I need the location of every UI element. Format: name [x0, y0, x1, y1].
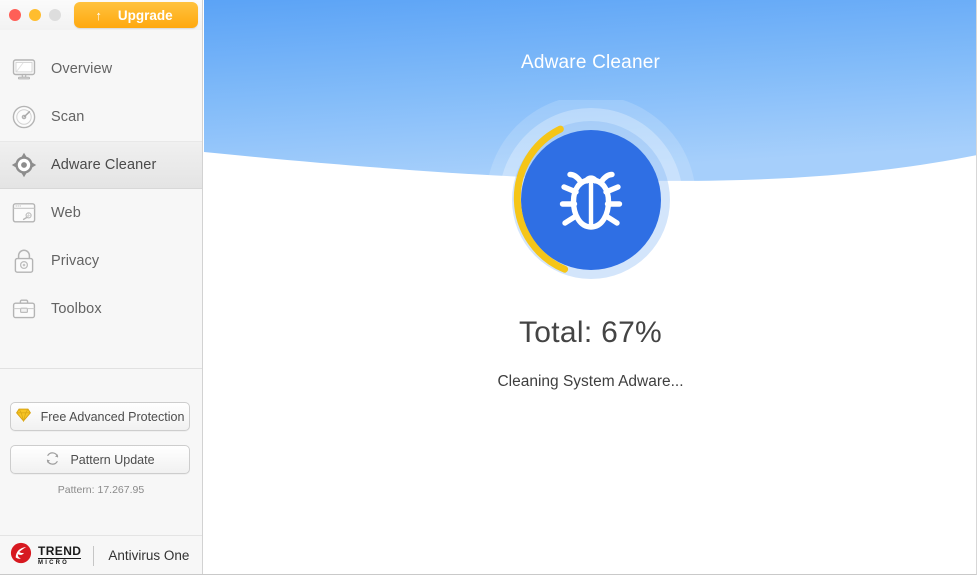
minimize-button-icon[interactable]	[29, 9, 41, 21]
monitor-icon	[9, 54, 39, 84]
page-title: Adware Cleaner	[520, 52, 661, 73]
free-advanced-protection-label: Free Advanced Protection	[40, 409, 185, 424]
radar-icon	[9, 102, 39, 132]
sidebar-item-label: Toolbox	[51, 301, 102, 317]
sidebar-item-web[interactable]: Web	[0, 189, 202, 237]
briefcase-icon	[9, 294, 39, 324]
upgrade-button[interactable]: ↑ Upgrade	[74, 2, 198, 28]
upgrade-button-label: Upgrade	[117, 7, 173, 23]
lock-icon	[9, 246, 39, 276]
sidebar-item-overview[interactable]: Overview	[0, 45, 202, 93]
crosshair-icon	[9, 150, 39, 180]
sidebar: ↑ Upgrade Overview Scan Adware Cleaner W…	[0, 0, 203, 574]
sidebar-item-label: Adware Cleaner	[51, 157, 157, 173]
sidebar-item-label: Scan	[51, 109, 85, 125]
progress-gauge	[481, 95, 701, 305]
sidebar-item-toolbox[interactable]: Toolbox	[0, 285, 202, 333]
pattern-update-button[interactable]: Pattern Update	[10, 445, 190, 474]
sidebar-item-label: Web	[51, 205, 81, 221]
total-percent-label: Total: 67%	[518, 316, 663, 349]
sidebar-divider	[0, 368, 202, 369]
sidebar-item-adware-cleaner[interactable]: Adware Cleaner	[0, 141, 202, 189]
sidebar-item-label: Privacy	[51, 253, 100, 269]
zoom-button-icon[interactable]	[49, 9, 61, 21]
sidebar-item-privacy[interactable]: Privacy	[0, 237, 202, 285]
pattern-version-text: Pattern: 17.267.95	[57, 484, 145, 496]
brand-divider	[93, 545, 95, 566]
close-button-icon[interactable]	[9, 9, 21, 21]
up-arrow-icon: ↑	[95, 7, 102, 23]
diamond-icon	[15, 408, 31, 425]
traffic-lights	[9, 9, 61, 21]
sidebar-nav: Overview Scan Adware Cleaner Web Privacy…	[0, 30, 202, 369]
title-bar: ↑ Upgrade	[0, 0, 202, 30]
micro-text: MICRO	[38, 560, 69, 567]
refresh-icon	[45, 451, 60, 469]
status-text: Cleaning System Adware...	[497, 373, 684, 390]
bug-icon	[552, 161, 630, 239]
browser-icon	[9, 198, 39, 228]
app-window: ↑ Upgrade Overview Scan Adware Cleaner W…	[0, 0, 977, 575]
pattern-update-label: Pattern Update	[70, 452, 155, 467]
trend-micro-logo	[10, 542, 32, 569]
main-panel: Adware Cleaner Total: 67% Cleaning Syste…	[204, 0, 976, 574]
product-name: Antivirus One	[108, 548, 190, 563]
trend-micro-wordmark: TREND MICRO	[38, 543, 82, 567]
brand-footer: TREND MICRO Antivirus One	[0, 535, 202, 574]
sidebar-item-label: Overview	[51, 61, 113, 77]
trend-text: TREND	[38, 543, 82, 559]
free-advanced-protection-button[interactable]: Free Advanced Protection	[10, 402, 190, 431]
sidebar-item-scan[interactable]: Scan	[0, 93, 202, 141]
